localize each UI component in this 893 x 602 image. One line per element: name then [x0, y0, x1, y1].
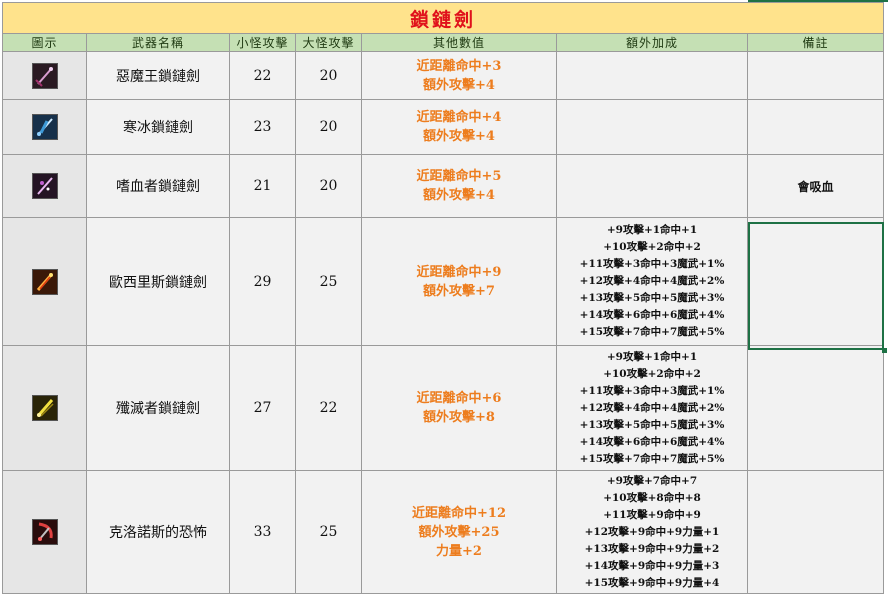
- weapon-name[interactable]: 歐西里斯鎖鏈劍: [86, 217, 230, 346]
- extra-line: +10攻擊+2命中+2: [603, 367, 701, 380]
- table-row: 嗜血者鎖鏈劍 21 20 近距離命中+5 額外攻擊+4 會吸血: [2, 154, 884, 218]
- note[interactable]: [747, 99, 884, 155]
- header-icon[interactable]: 圖示: [2, 33, 87, 52]
- small-monster-attack[interactable]: 22: [229, 51, 296, 100]
- big-monster-attack[interactable]: 22: [295, 345, 362, 471]
- header-note[interactable]: 備註: [747, 33, 884, 52]
- cronus-terror-icon: [31, 519, 58, 545]
- small-monster-attack[interactable]: 27: [229, 345, 296, 471]
- big-monster-attack[interactable]: 20: [295, 51, 362, 100]
- extra-line: +11攻擊+3命中+3魔武+1%: [579, 258, 725, 270]
- small-monster-attack[interactable]: 29: [229, 217, 296, 346]
- note[interactable]: 會吸血: [747, 154, 884, 218]
- extra-bonus[interactable]: [556, 51, 748, 100]
- extra-line: +11攻擊+3命中+3魔武+1%: [579, 384, 725, 397]
- fill-handle[interactable]: [882, 348, 887, 353]
- big-monster-attack[interactable]: 20: [295, 99, 362, 155]
- extra-line: +9攻擊+1命中+1: [606, 350, 698, 363]
- other-line: 近距離命中+12: [412, 505, 506, 521]
- extra-line: +12攻擊+9命中+9力量+1: [584, 525, 720, 538]
- other-stats[interactable]: 近距離命中+9 額外攻擊+7: [361, 217, 557, 346]
- bloodthirster-chain-sword-icon: [31, 173, 58, 199]
- extra-line: +13攻擊+9命中+9力量+2: [584, 542, 720, 555]
- other-line: 近距離命中+6: [416, 391, 502, 406]
- extra-line: +12攻擊+4命中+4魔武+2%: [579, 401, 725, 414]
- weapon-name[interactable]: 寒冰鎖鏈劍: [86, 99, 230, 155]
- active-cell-selection[interactable]: [748, 222, 884, 350]
- other-line: 額外攻擊+4: [423, 188, 495, 203]
- annihilator-chain-sword-icon: [31, 395, 58, 421]
- other-stats[interactable]: 近距離命中+6 額外攻擊+8: [361, 345, 557, 471]
- ice-chain-sword-icon: [31, 114, 58, 140]
- header-extra-bonus[interactable]: 額外加成: [556, 33, 748, 52]
- header-small-monster-attack[interactable]: 小怪攻擊: [229, 33, 296, 52]
- big-monster-attack[interactable]: 20: [295, 154, 362, 218]
- other-line: 額外攻擊+4: [423, 129, 495, 144]
- other-line: 近距離命中+4: [416, 110, 502, 125]
- icon-cell[interactable]: [2, 217, 87, 346]
- osiris-chain-sword-icon: [31, 268, 58, 295]
- weapon-name[interactable]: 惡魔王鎖鏈劍: [86, 51, 230, 100]
- icon-cell[interactable]: [2, 470, 87, 594]
- demon-king-chain-sword-icon: [31, 62, 58, 89]
- extra-line: +12攻擊+4命中+4魔武+2%: [579, 275, 725, 287]
- extra-bonus[interactable]: +9攻擊+7命中+7 +10攻擊+8命中+8 +11攻擊+9命中+9 +12攻擊…: [556, 470, 748, 594]
- other-line: 額外攻擊+4: [423, 77, 495, 93]
- extra-line: +15攻擊+9命中+9力量+4: [584, 576, 720, 589]
- other-line: 額外攻擊+25: [418, 524, 500, 540]
- sheet-title[interactable]: 鎖鏈劍: [2, 2, 884, 34]
- icon-cell[interactable]: [2, 99, 87, 155]
- extra-bonus[interactable]: [556, 99, 748, 155]
- extra-line: +13攻擊+5命中+5魔武+3%: [579, 292, 725, 304]
- extra-line: +13攻擊+5命中+5魔武+3%: [579, 418, 725, 431]
- other-stats[interactable]: 近距離命中+4 額外攻擊+4: [361, 99, 557, 155]
- extra-bonus[interactable]: +9攻擊+1命中+1 +10攻擊+2命中+2 +11攻擊+3命中+3魔武+1% …: [556, 345, 748, 471]
- weapon-name[interactable]: 克洛諾斯的恐怖: [86, 470, 230, 594]
- other-stats[interactable]: 近距離命中+5 額外攻擊+4: [361, 154, 557, 218]
- other-line: 額外攻擊+7: [423, 283, 495, 299]
- header-other-stats[interactable]: 其他數值: [361, 33, 557, 52]
- big-monster-attack[interactable]: 25: [295, 470, 362, 594]
- other-line: 額外攻擊+8: [423, 410, 495, 425]
- note[interactable]: [747, 345, 884, 471]
- other-line: 近距離命中+3: [416, 58, 502, 74]
- other-line: 力量+2: [436, 543, 482, 559]
- table-row: 惡魔王鎖鏈劍 22 20 近距離命中+3 額外攻擊+4: [2, 51, 884, 100]
- icon-cell[interactable]: [2, 154, 87, 218]
- extra-line: +14攻擊+9命中+9力量+3: [584, 559, 720, 572]
- weapon-name[interactable]: 殲滅者鎖鏈劍: [86, 345, 230, 471]
- extra-line: +9攻擊+1命中+1: [606, 224, 698, 236]
- other-line: 近距離命中+5: [416, 169, 502, 184]
- extra-line: +10攻擊+2命中+2: [603, 241, 701, 253]
- small-monster-attack[interactable]: 33: [229, 470, 296, 594]
- extra-line: +15攻擊+7命中+7魔武+5%: [579, 452, 725, 465]
- other-stats[interactable]: 近距離命中+3 額外攻擊+4: [361, 51, 557, 100]
- note[interactable]: [747, 470, 884, 594]
- other-line: 近距離命中+9: [416, 264, 502, 280]
- icon-cell[interactable]: [2, 345, 87, 471]
- table-row: 殲滅者鎖鏈劍 27 22 近距離命中+6 額外攻擊+8 +9攻擊+1命中+1 +1…: [2, 345, 884, 471]
- header-name[interactable]: 武器名稱: [86, 33, 230, 52]
- small-monster-attack[interactable]: 23: [229, 99, 296, 155]
- other-stats[interactable]: 近距離命中+12 額外攻擊+25 力量+2: [361, 470, 557, 594]
- extra-bonus[interactable]: [556, 154, 748, 218]
- header-big-monster-attack[interactable]: 大怪攻擊: [295, 33, 362, 52]
- extra-line: +14攻擊+6命中+6魔武+4%: [579, 309, 725, 321]
- big-monster-attack[interactable]: 25: [295, 217, 362, 346]
- table-row: 克洛諾斯的恐怖 33 25 近距離命中+12 額外攻擊+25 力量+2 +9攻擊+7…: [2, 470, 884, 594]
- extra-line: +15攻擊+7命中+7魔武+5%: [579, 326, 725, 338]
- icon-cell[interactable]: [2, 51, 87, 100]
- extra-line: +14攻擊+6命中+6魔武+4%: [579, 435, 725, 448]
- small-monster-attack[interactable]: 21: [229, 154, 296, 218]
- table-row: 寒冰鎖鏈劍 23 20 近距離命中+4 額外攻擊+4: [2, 99, 884, 155]
- weapon-name[interactable]: 嗜血者鎖鏈劍: [86, 154, 230, 218]
- extra-line: +10攻擊+8命中+8: [603, 491, 701, 504]
- extra-line: +9攻擊+7命中+7: [606, 474, 698, 487]
- extra-line: +11攻擊+9命中+9: [603, 508, 701, 521]
- extra-bonus[interactable]: +9攻擊+1命中+1 +10攻擊+2命中+2 +11攻擊+3命中+3魔武+1% …: [556, 217, 748, 346]
- spreadsheet: 鎖鏈劍 圖示 武器名稱 小怪攻擊 大怪攻擊 其他數值 額外加成 備註 惡魔王鎖鏈…: [0, 0, 893, 602]
- note[interactable]: [747, 51, 884, 100]
